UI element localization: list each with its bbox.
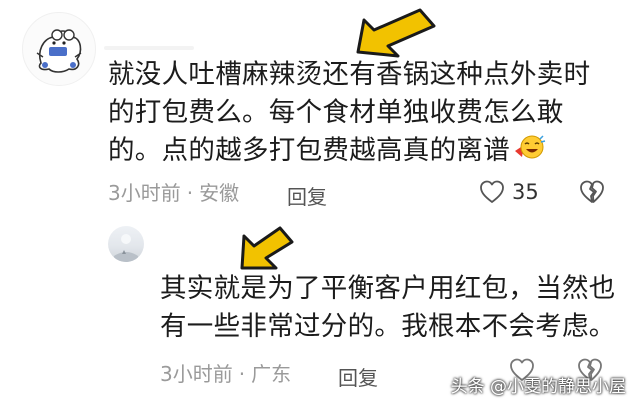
comment-2-line-1: 其实就是为了平衡客户用红包，当然也 bbox=[160, 273, 616, 304]
avatar-sticker-icon bbox=[36, 29, 82, 73]
comment-1-line-3-text: 的。点的越多打包费越高真的离谱 bbox=[108, 135, 510, 166]
reply-avatar[interactable] bbox=[108, 226, 144, 262]
comment-1-location: 安徽 bbox=[199, 181, 240, 205]
watermark: 头条 @小雯的静思小屋 bbox=[450, 377, 626, 397]
broken-heart-icon[interactable] bbox=[578, 178, 606, 206]
comment-2-meta: 3小时前 · 广东 bbox=[160, 362, 291, 386]
comment-2-time: 3小时前 bbox=[160, 362, 233, 386]
comment-1-meta: 3小时前 · 安徽 bbox=[108, 181, 239, 205]
commenter-name-placeholder bbox=[104, 46, 194, 50]
heart-icon[interactable] bbox=[478, 178, 506, 206]
avatar-moon-icon bbox=[114, 234, 138, 262]
comment-2-line-2: 有一些非常过分的。我根本不会考虑。 bbox=[160, 311, 616, 342]
comment-1-line-3: 的。点的越多打包费越高真的离谱 bbox=[108, 132, 628, 174]
meta-separator: · bbox=[186, 181, 194, 205]
meta-separator: · bbox=[238, 362, 246, 386]
annotation-arrow-1 bbox=[350, 8, 440, 66]
comment-1-line-2: 的打包费么。每个食材单独收费怎么敢 bbox=[108, 97, 564, 128]
comment-1-like-count: 35 bbox=[512, 180, 539, 204]
comment-1-reply-button[interactable]: 回复 bbox=[287, 181, 327, 210]
comment-2-text: 其实就是为了平衡客户用红包，当然也 有一些非常过分的。我根本不会考虑。 bbox=[160, 270, 620, 346]
comment-2-reply-button[interactable]: 回复 bbox=[338, 362, 378, 391]
commenter-avatar[interactable] bbox=[22, 12, 96, 86]
comment-1-text: 就没人吐槽麻辣烫还有香锅这种点外卖时 的打包费么。每个食材单独收费怎么敢 的。点… bbox=[108, 56, 628, 174]
comment-2-location: 广东 bbox=[251, 362, 292, 386]
comment-1-time: 3小时前 bbox=[108, 181, 181, 205]
emoji-laughing-icon bbox=[512, 133, 546, 174]
